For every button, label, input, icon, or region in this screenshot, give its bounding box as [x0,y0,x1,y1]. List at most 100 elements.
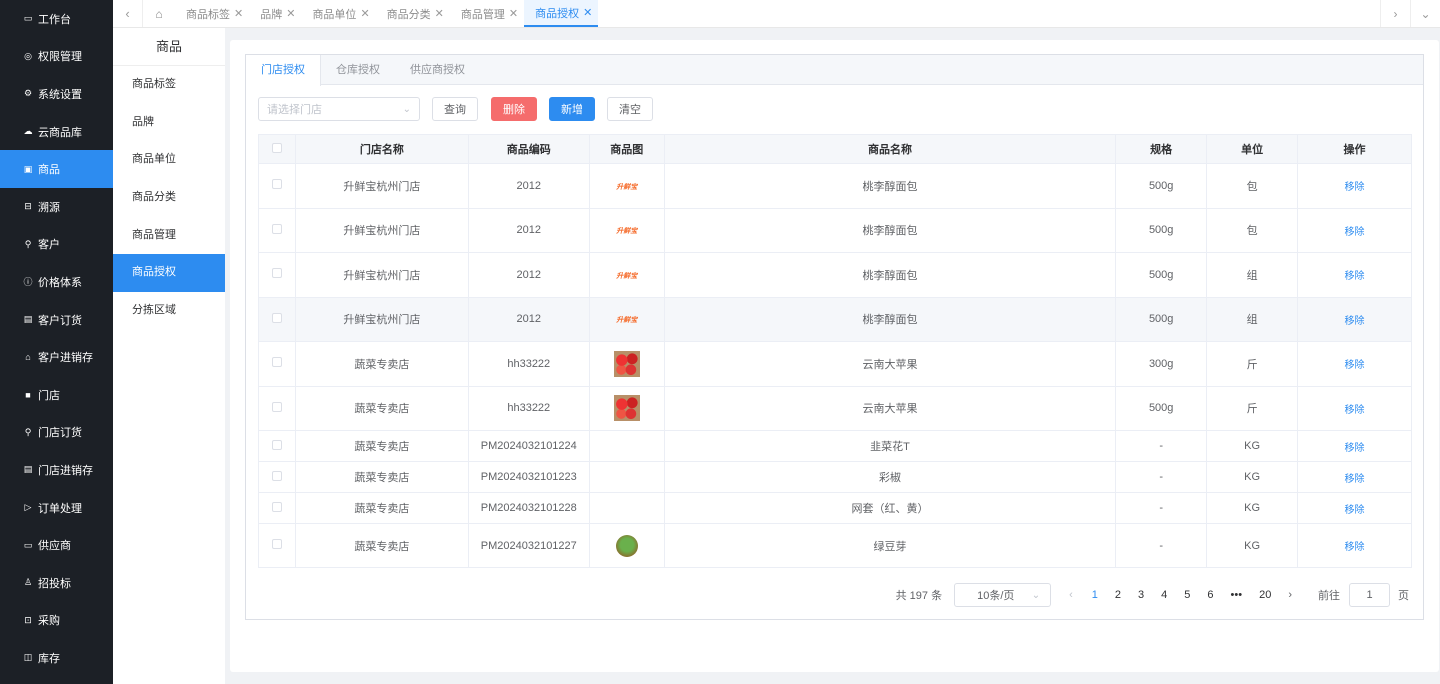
subnav-item-2[interactable]: 商品单位 [113,141,225,179]
remove-link[interactable]: 移除 [1345,542,1365,553]
sidebar-item-5[interactable]: ⊟ 溯源 [0,188,113,226]
row-checkbox[interactable] [271,401,282,412]
subnav-item-3[interactable]: 商品分类 [113,179,225,217]
unit-cell: KG [1206,492,1299,524]
unit-cell: KG [1206,523,1299,568]
add-button[interactable]: 新增 [549,97,595,121]
close-icon[interactable]: ✕ [509,7,518,20]
total-count: 共 197 条 [895,590,943,602]
subnav-item-1[interactable]: 品牌 [113,104,225,142]
sidebar-item-4[interactable]: ▣ 商品 [0,150,113,188]
page-button[interactable]: 3 [1138,589,1144,601]
tab-4[interactable]: 商品管理 ✕ [450,0,524,27]
sidebar-item-17[interactable]: ◫ 库存 [0,639,113,677]
remove-link[interactable]: 移除 [1345,182,1365,193]
sidebar-item-13[interactable]: ▷ 订单处理 [0,489,113,527]
row-checkbox[interactable] [271,470,282,481]
tab-scroll-right-button[interactable]: › [1380,0,1410,27]
tab-3[interactable]: 商品分类 ✕ [376,0,450,27]
page-button[interactable]: 5 [1184,589,1190,601]
tab-1[interactable]: 品牌 ✕ [249,0,301,27]
product-name-cell: 桃李醇面包 [664,252,1117,298]
sidebar-item-9[interactable]: ⌂ 客户进销存 [0,338,113,376]
subnav-item-4[interactable]: 商品管理 [113,217,225,255]
row-checkbox[interactable] [271,501,282,512]
close-icon[interactable]: ✕ [286,7,295,20]
sidebar-item-7[interactable]: ⓘ 价格体系 [0,263,113,301]
main-content: 门店授权 仓库授权 供应商授权 请选择门店 ⌄ 查询 删除 新增 清空 门店名称 商品… [230,40,1439,672]
query-button[interactable]: 查询 [432,97,478,121]
chevron-down-icon: ⌄ [402,103,411,115]
remove-link[interactable]: 移除 [1345,360,1365,371]
page-button[interactable]: 6 [1207,589,1213,601]
tab-0[interactable]: 商品标签 ✕ [175,0,249,27]
close-icon[interactable]: ✕ [435,7,444,20]
next-page-button[interactable]: › [1288,589,1292,601]
page-button[interactable]: 20 [1259,589,1271,601]
sidebar-item-0[interactable]: ▭ 工作台 [0,0,113,38]
close-icon[interactable]: ✕ [234,7,243,20]
sidebar-item-label: 溯源 [38,201,60,214]
sidebar-item-1[interactable]: ◎ 权限管理 [0,38,113,76]
tab-menu-button[interactable]: ⌄ [1410,0,1440,27]
sidebar-item-10[interactable]: ■ 门店 [0,376,113,414]
remove-link[interactable]: 移除 [1345,271,1365,282]
more-pages-button[interactable]: ••• [1231,589,1243,601]
sidebar-item-6[interactable]: ⚲ 客户 [0,226,113,264]
row-checkbox[interactable] [271,539,282,549]
row-checkbox[interactable] [271,179,282,190]
sidebar-item-12[interactable]: ▤ 门店进销存 [0,451,113,489]
row-checkbox[interactable] [271,312,282,323]
subnav-item-5[interactable]: 商品授权 [113,254,225,293]
product-name-cell: 彩椒 [664,461,1117,493]
remove-link[interactable]: 移除 [1345,474,1365,485]
panel-tab-1[interactable]: 仓库授权 [321,55,395,84]
unit-cell: 包 [1206,163,1299,209]
sidebar-item-14[interactable]: ▭ 供应商 [0,526,113,564]
panel-tab-0[interactable]: 门店授权 [246,55,321,86]
remove-link[interactable]: 移除 [1345,405,1365,416]
clear-button[interactable]: 清空 [607,97,653,121]
store-icon: ■ [25,389,31,400]
page-button[interactable]: 2 [1115,589,1121,601]
row-checkbox[interactable] [271,223,282,234]
tab-scroll-left-button[interactable]: ‹ [113,0,143,27]
store-select[interactable]: 请选择门店 ⌄ [258,97,420,121]
subnav-item-6[interactable]: 分拣区域 [113,292,225,330]
close-icon[interactable]: ✕ [583,6,592,19]
remove-link[interactable]: 移除 [1345,227,1365,238]
page-size-select[interactable]: 10条/页 ⌄ [954,583,1052,607]
row-checkbox[interactable] [271,439,282,450]
row-checkbox[interactable] [271,357,282,368]
order-doc-icon: ▤ [23,314,33,325]
remove-link[interactable]: 移除 [1345,443,1365,454]
product-code-cell: PM2024032101224 [468,430,590,462]
spec-cell: 500g [1115,386,1208,431]
page-button[interactable]: 4 [1161,589,1167,601]
panel-tab-2[interactable]: 供应商授权 [395,55,480,84]
remove-link[interactable]: 移除 [1345,316,1365,327]
supplier-icon: ▭ [23,539,33,550]
tab-5[interactable]: 商品授权 ✕ [524,0,599,27]
sidebar-item-11[interactable]: ⚲ 门店订货 [0,414,113,452]
page-button[interactable]: 1 [1092,589,1098,601]
goto-page-input[interactable]: 1 [1349,583,1390,607]
table-row: 升鲜宝杭州门店 2012 升鲜宝 桃李醇面包 500g 包 移除 [258,163,1412,209]
sidebar-item-3[interactable]: ☁ 云商品库 [0,113,113,151]
product-code-cell: 2012 [468,297,590,342]
remove-link[interactable]: 移除 [1345,505,1365,516]
tab-2[interactable]: 商品单位 ✕ [301,0,375,27]
product-image-cell [589,341,665,387]
action-cell: 移除 [1297,430,1412,462]
subnav-item-0[interactable]: 商品标签 [113,66,225,104]
store-stock-icon: ▤ [23,464,33,475]
sidebar-item-15[interactable]: ♙ 招投标 [0,564,113,602]
delete-button[interactable]: 删除 [491,97,537,121]
sidebar-item-8[interactable]: ▤ 客户订货 [0,301,113,339]
row-checkbox[interactable] [271,268,282,279]
close-icon[interactable]: ✕ [360,7,369,20]
sidebar-item-2[interactable]: ⚙ 系统设置 [0,75,113,113]
select-all-checkbox[interactable] [271,142,282,153]
home-tab[interactable]: ⌂ [143,0,175,27]
sidebar-item-16[interactable]: ⊡ 采购 [0,602,113,640]
